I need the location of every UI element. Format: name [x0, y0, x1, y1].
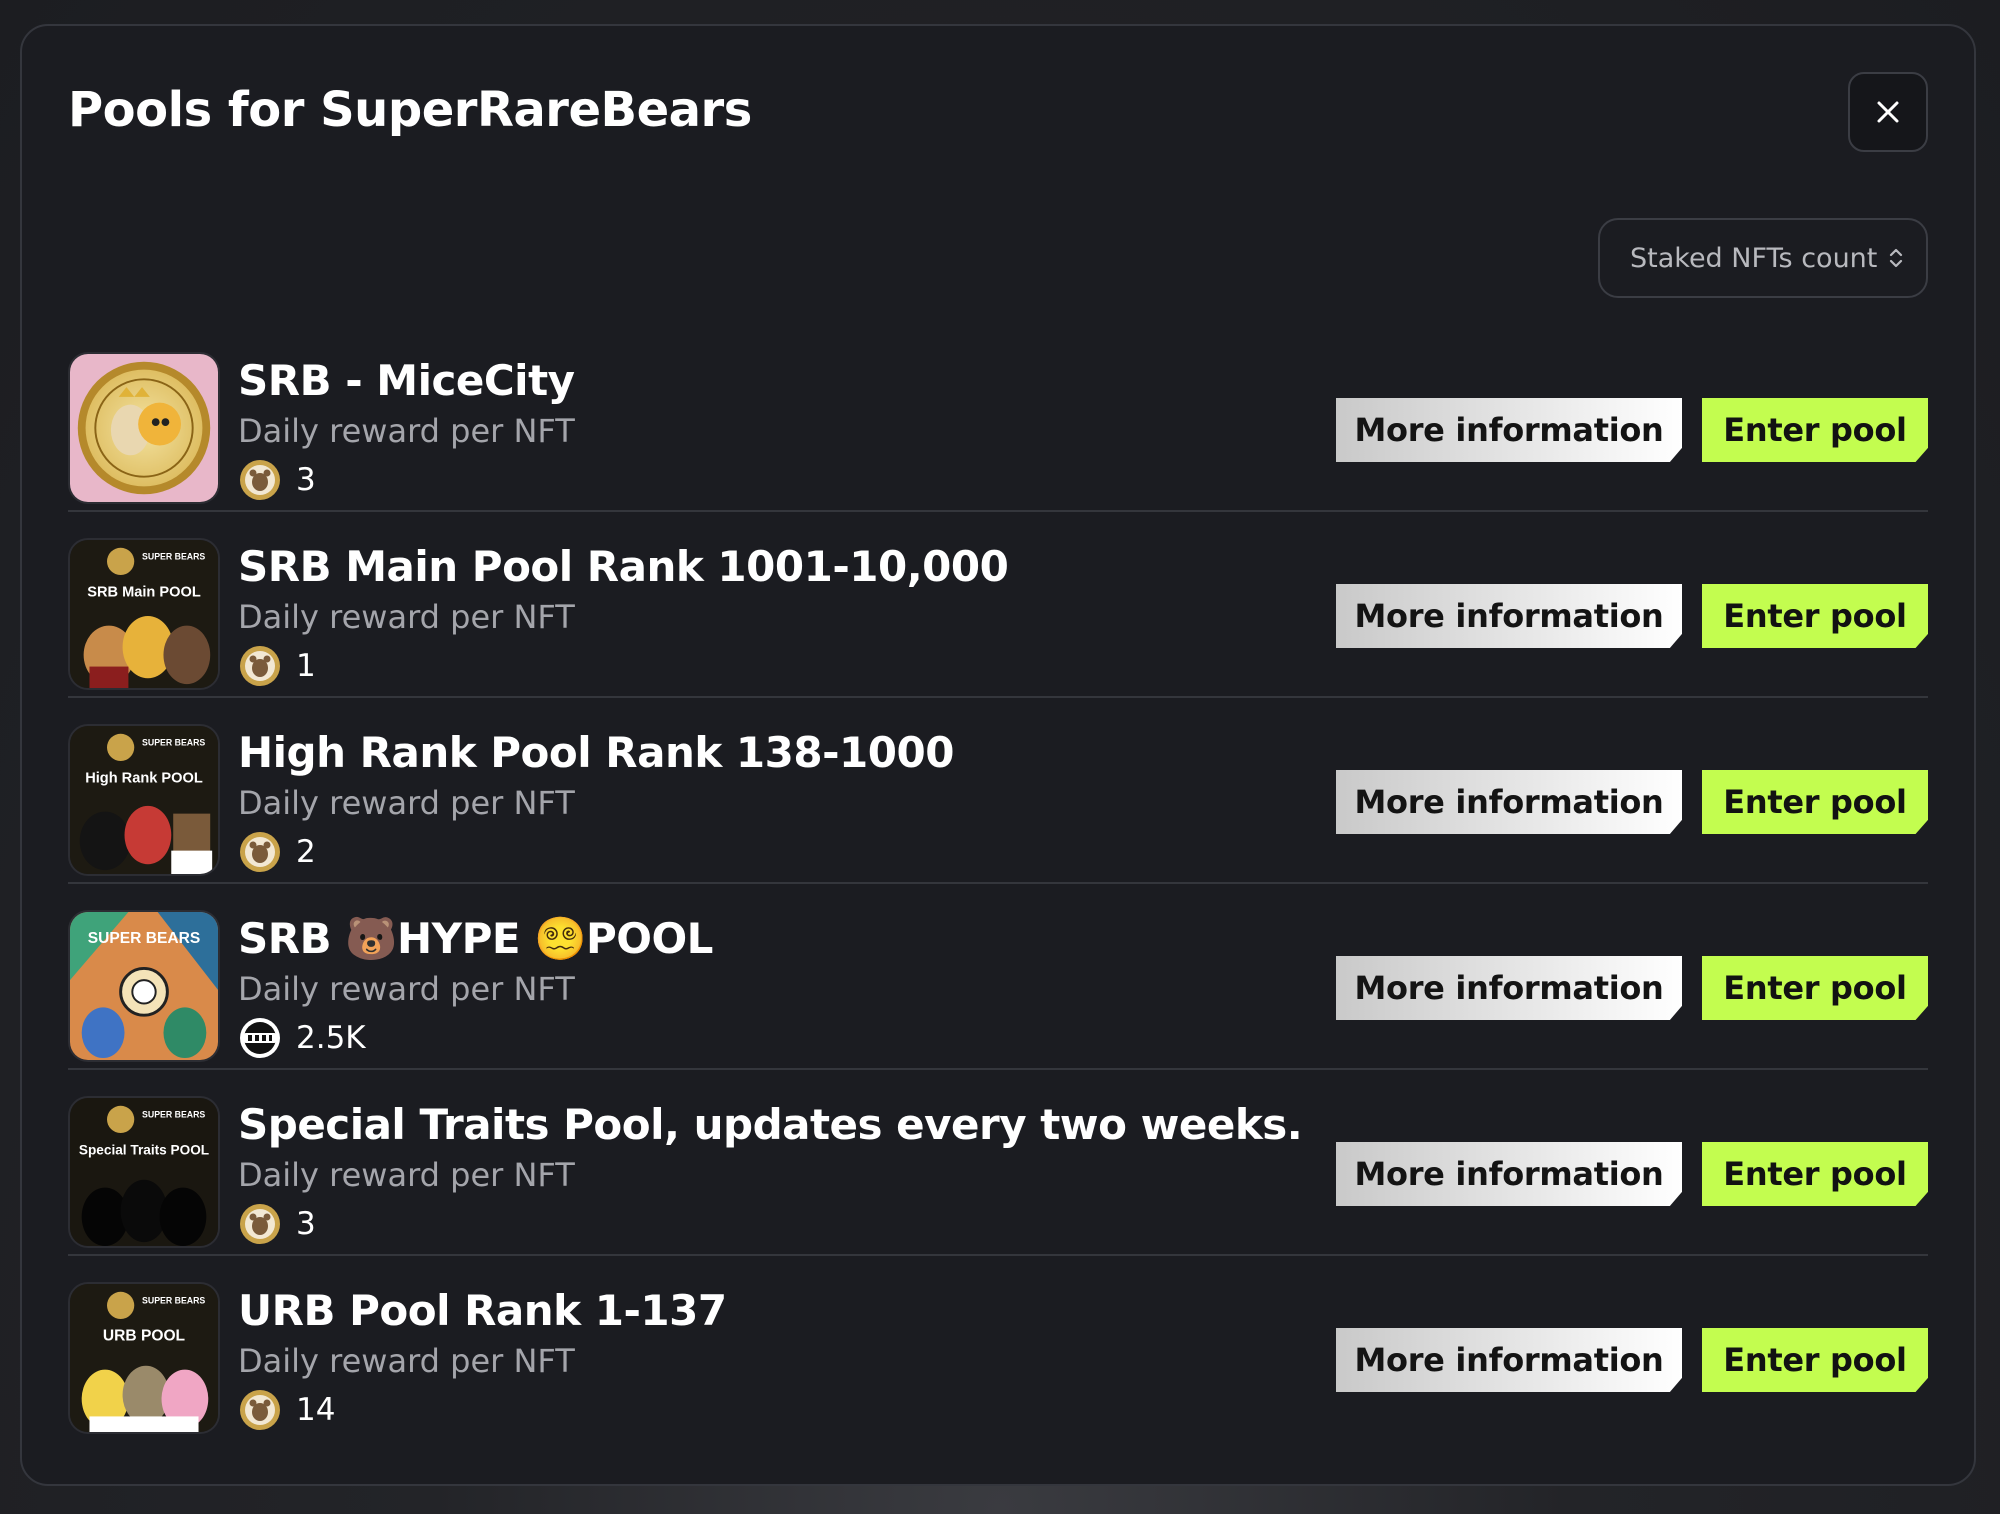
pool-name: High Rank Pool Rank 138-1000 [238, 728, 954, 777]
more-information-button[interactable]: More information [1336, 1142, 1682, 1206]
reward: 1 [238, 644, 316, 688]
close-icon [1877, 101, 1899, 123]
pool-thumbnail: SUPER BEARS URB POOL [68, 1282, 220, 1434]
thumb-caption: URB POOL [103, 1327, 186, 1344]
thumb-brand: SUPER BEARS [142, 551, 205, 561]
bear-coin-icon [240, 460, 280, 500]
pool-name: Special Traits Pool, updates every two w… [238, 1100, 1303, 1149]
modal-title: Pools for SuperRareBears [68, 82, 752, 138]
bear-coin-icon [240, 1204, 280, 1244]
reward: 3 [238, 458, 316, 502]
sort-select[interactable]: Staked NFTs count [1598, 218, 1928, 298]
reward-value: 2.5K [296, 1020, 366, 1056]
thumb-caption: SRB Main POOL [87, 584, 201, 600]
pool-thumbnail: SUPER BEARS [68, 910, 220, 1062]
reward-label: Daily reward per NFT [238, 412, 575, 450]
hype-token-icon [240, 1018, 280, 1058]
pool-name: SRB Main Pool Rank 1001-10,000 [238, 542, 1009, 591]
reward-value: 3 [296, 462, 316, 498]
pool-thumbnail: SUPER BEARS High Rank POOL [68, 724, 220, 876]
reward-label: Daily reward per NFT [238, 1342, 575, 1380]
thumb-brand: SUPER BEARS [88, 930, 200, 947]
more-information-button[interactable]: More information [1336, 584, 1682, 648]
enter-pool-button[interactable]: Enter pool [1702, 770, 1928, 834]
pool-row: SUPER BEARS URB POOL URB Pool Rank 1-137… [68, 1256, 1928, 1442]
pool-row: SUPER BEARS SRB Main POOL SRB Main Pool … [68, 512, 1928, 698]
thumb-caption: High Rank POOL [85, 770, 203, 786]
more-information-button[interactable]: More information [1336, 770, 1682, 834]
chevron-up-down-icon [1889, 248, 1903, 268]
reward: 3 [238, 1202, 316, 1246]
pool-row: SUPER BEARS High Rank POOL High Rank Poo… [68, 698, 1928, 884]
pool-row: SRB - MiceCity Daily reward per NFT 3 Mo… [68, 326, 1928, 512]
bear-coin-icon [240, 832, 280, 872]
more-information-button[interactable]: More information [1336, 398, 1682, 462]
sort-select-value: Staked NFTs count [1630, 242, 1878, 274]
more-information-button[interactable]: More information [1336, 956, 1682, 1020]
reward: 14 [238, 1388, 335, 1432]
pool-row: SUPER BEARS Special Traits POOL Special … [68, 1070, 1928, 1256]
reward-label: Daily reward per NFT [238, 970, 575, 1008]
pool-list: SRB - MiceCity Daily reward per NFT 3 Mo… [68, 326, 1928, 1442]
reward-label: Daily reward per NFT [238, 1156, 575, 1194]
reward-value: 1 [296, 648, 316, 684]
thumb-brand: SUPER BEARS [142, 1109, 205, 1119]
thumb-brand: SUPER BEARS [142, 737, 205, 747]
pools-modal: Pools for SuperRareBears Staked NFTs cou… [20, 24, 1976, 1486]
pool-name: SRB - MiceCity [238, 356, 575, 405]
thumb-brand: SUPER BEARS [142, 1295, 205, 1305]
reward-value: 14 [296, 1392, 336, 1428]
close-button[interactable] [1848, 72, 1928, 152]
reward: 2.5K [238, 1016, 366, 1060]
pool-row: SUPER BEARS SRB 🐻HYPE 😵‍💫POOL Daily rewa… [68, 884, 1928, 1070]
enter-pool-button[interactable]: Enter pool [1702, 1328, 1928, 1392]
reward: 2 [238, 830, 316, 874]
more-information-button[interactable]: More information [1336, 1328, 1682, 1392]
reward-label: Daily reward per NFT [238, 784, 575, 822]
pool-name: SRB 🐻HYPE 😵‍💫POOL [238, 914, 713, 963]
bear-coin-icon [240, 646, 280, 686]
thumb-caption: Special Traits POOL [79, 1142, 209, 1157]
enter-pool-button[interactable]: Enter pool [1702, 584, 1928, 648]
pool-name: URB Pool Rank 1-137 [238, 1286, 727, 1335]
pool-thumbnail: SUPER BEARS Special Traits POOL [68, 1096, 220, 1248]
pool-thumbnail [68, 352, 220, 504]
pool-thumbnail: SUPER BEARS SRB Main POOL [68, 538, 220, 690]
enter-pool-button[interactable]: Enter pool [1702, 1142, 1928, 1206]
bear-coin-icon [240, 1390, 280, 1430]
reward-value: 2 [296, 834, 316, 870]
enter-pool-button[interactable]: Enter pool [1702, 398, 1928, 462]
reward-value: 3 [296, 1206, 316, 1242]
enter-pool-button[interactable]: Enter pool [1702, 956, 1928, 1020]
reward-label: Daily reward per NFT [238, 598, 575, 636]
